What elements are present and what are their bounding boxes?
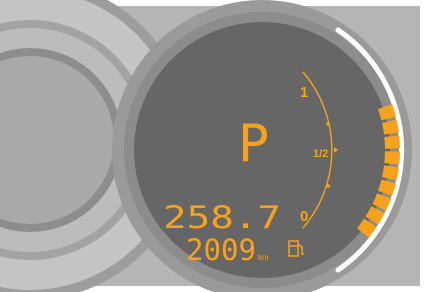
odometer: 2009 [186,233,256,267]
fuel-label-half: 1/2 [313,148,328,160]
fuel-label-empty: 0 [300,208,308,225]
fuel-level-segment [384,135,400,149]
odometer-unit: km [258,253,269,262]
trip-meter: 258.7 [163,200,281,236]
instrument-cluster: 1 1/2 0 P 258.7 2009 km [0,0,432,292]
fuel-label-full: 1 [300,84,308,101]
fuel-level-segment [384,151,400,165]
gear-indicator: P [238,114,269,174]
